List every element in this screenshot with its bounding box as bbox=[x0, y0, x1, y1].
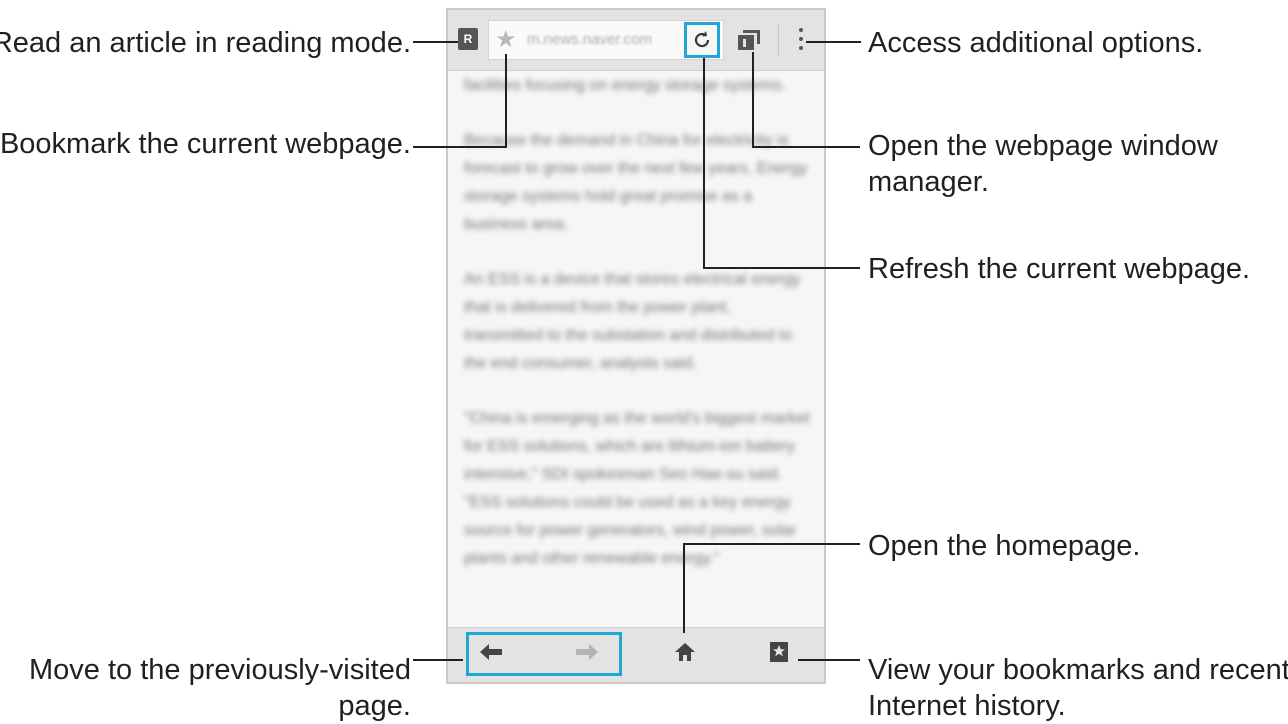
home-icon[interactable] bbox=[674, 642, 696, 662]
refresh-button[interactable] bbox=[684, 22, 720, 58]
leader-line-window-v bbox=[752, 52, 754, 148]
windows-icon[interactable] bbox=[738, 30, 760, 50]
callout-previous-line2: page. bbox=[338, 690, 411, 722]
callout-window-line1: Open the webpage window bbox=[868, 130, 1218, 162]
article-paragraph: Because the demand in China for electric… bbox=[464, 132, 808, 233]
leader-line-bookmark bbox=[413, 146, 507, 148]
callout-bookmarks: View your bookmarks and recent Internet … bbox=[868, 652, 1288, 724]
leader-line-refresh bbox=[703, 267, 860, 269]
leader-line-home bbox=[683, 543, 860, 545]
callout-previous-page: Move to the previously-visited page. bbox=[29, 652, 411, 724]
article-paragraph: An ESS is a device that stores electrica… bbox=[464, 271, 801, 372]
forward-arrow-icon[interactable] bbox=[576, 642, 598, 662]
callout-options: Access additional options. bbox=[868, 27, 1204, 59]
callout-reading-mode: Read an article in reading mode. bbox=[0, 27, 411, 59]
callout-refresh: Refresh the current webpage. bbox=[868, 253, 1251, 285]
leader-line-home-v bbox=[683, 543, 685, 633]
callout-previous-line1: Move to the previously-visited bbox=[29, 654, 411, 686]
callout-window-line2: manager. bbox=[868, 166, 989, 198]
browser-bottom-bar bbox=[448, 627, 824, 682]
leader-line-bookmarks bbox=[798, 659, 860, 661]
reader-mode-icon-label: R bbox=[463, 32, 473, 46]
bookmarks-icon[interactable] bbox=[770, 642, 788, 662]
callout-window-manager: Open the webpage window manager. bbox=[868, 128, 1218, 200]
callout-bookmark: Bookmark the current webpage. bbox=[0, 128, 411, 160]
leader-line-options bbox=[806, 41, 861, 43]
toolbar-divider bbox=[778, 24, 779, 56]
leader-line-previous bbox=[413, 659, 463, 661]
callout-bookmarks-line2: Internet history. bbox=[868, 690, 1066, 722]
reader-mode-icon[interactable]: R bbox=[458, 28, 478, 50]
url-text[interactable]: m.news.naver.com bbox=[527, 31, 652, 48]
article-paragraph: facilities focusing on energy storage sy… bbox=[464, 77, 786, 94]
article-content: facilities focusing on energy storage sy… bbox=[464, 72, 814, 600]
more-options-icon[interactable] bbox=[798, 28, 804, 54]
leader-line-window bbox=[752, 146, 860, 148]
callout-homepage: Open the homepage. bbox=[868, 530, 1141, 562]
leader-line-reading bbox=[413, 41, 458, 43]
callout-bookmarks-line1: View your bookmarks and recent bbox=[868, 654, 1288, 686]
star-icon[interactable]: ★ bbox=[495, 25, 517, 55]
leader-line-refresh-v bbox=[703, 58, 705, 269]
leader-line-bookmark-v bbox=[505, 54, 507, 148]
refresh-icon bbox=[694, 31, 710, 48]
back-arrow-icon[interactable] bbox=[480, 642, 502, 662]
browser-screen: R ★ m.news.naver.com facilities focusing… bbox=[446, 8, 826, 684]
article-paragraph: "China is emerging as the world's bigges… bbox=[464, 410, 810, 567]
